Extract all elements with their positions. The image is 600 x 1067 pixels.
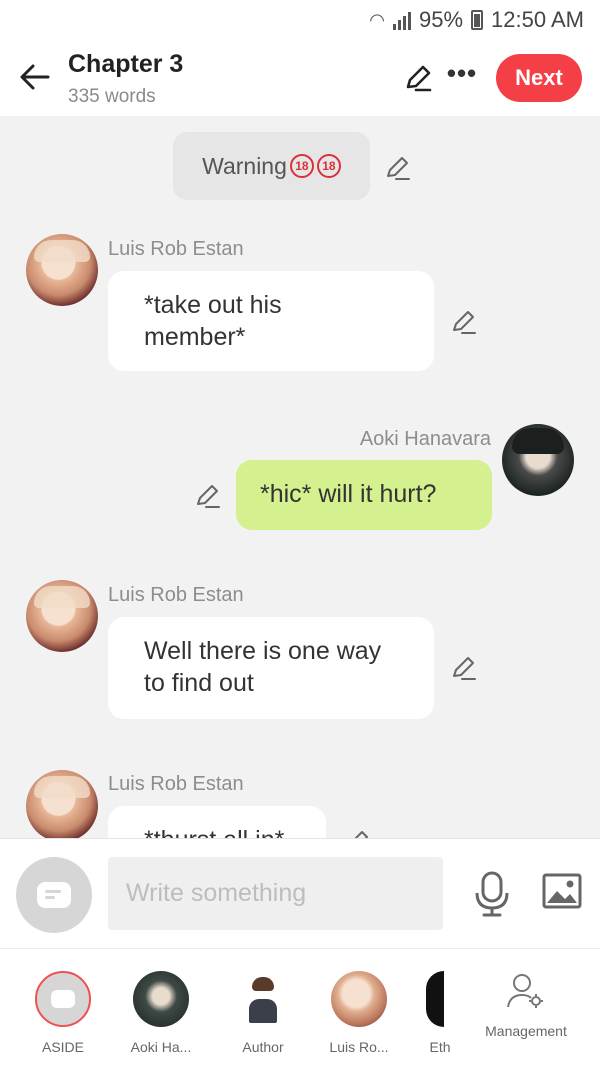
avatar-author: [235, 971, 291, 1027]
edit-message-icon[interactable]: [450, 308, 478, 336]
avatar-aoki: [133, 971, 189, 1027]
wifi-icon: ◠: [369, 9, 385, 30]
age-18-badge: 18: [316, 154, 341, 178]
speaker-name: Luis Rob Estan: [108, 238, 244, 260]
battery-percent: 95%: [419, 7, 464, 32]
edit-message-icon[interactable]: [450, 654, 478, 682]
message-bubble[interactable]: *take out his member*: [108, 271, 434, 371]
character-luis[interactable]: Luis Ro...: [320, 971, 398, 1055]
message-input[interactable]: [108, 857, 443, 930]
warning-text: Warning: [202, 152, 287, 179]
more-options-icon[interactable]: •••: [446, 60, 478, 94]
character-aside[interactable]: ASIDE: [24, 971, 102, 1055]
character-label: Eth: [429, 1039, 451, 1055]
character-label: Luis Ro...: [329, 1039, 389, 1055]
speaker-name: Aoki Hanavara: [359, 428, 491, 450]
avatar-aoki[interactable]: [502, 424, 574, 496]
management-button[interactable]: Management: [478, 973, 574, 1039]
avatar-luis[interactable]: [26, 580, 98, 652]
character-eth[interactable]: Eth: [414, 971, 466, 1055]
composer-bar: [0, 838, 600, 948]
battery-icon: [471, 10, 484, 30]
management-label: Management: [485, 1023, 567, 1039]
message-bubble[interactable]: Well there is one way to find out: [108, 617, 434, 719]
image-icon[interactable]: [542, 873, 582, 909]
message-bubble[interactable]: *hic* will it hurt?: [236, 460, 492, 530]
page-title: Chapter 3: [68, 50, 184, 78]
character-label: Aoki Ha...: [130, 1039, 192, 1055]
aside-icon: [35, 971, 91, 1027]
avatar-luis[interactable]: [26, 770, 98, 838]
message-line: Well there is one way: [144, 637, 382, 665]
edit-message-icon[interactable]: [194, 482, 222, 510]
avatar-luis[interactable]: [26, 234, 98, 306]
user-settings-icon: [507, 974, 543, 1008]
header: Chapter 3 335 words ••• Next: [0, 40, 600, 116]
message-line: *take out his: [144, 291, 282, 319]
speaker-name: Luis Rob Estan: [108, 773, 244, 795]
aside-icon: [37, 882, 71, 908]
back-arrow-icon[interactable]: [18, 60, 52, 94]
microphone-icon[interactable]: [474, 871, 510, 917]
message-line: *hic* will it hurt?: [260, 480, 437, 508]
message-bubble[interactable]: *thurst all in*: [108, 806, 326, 838]
speaker-name: Luis Rob Estan: [108, 584, 244, 606]
edit-pencil-icon[interactable]: [402, 62, 434, 94]
character-label: Author: [242, 1039, 284, 1055]
character-aoki[interactable]: Aoki Ha...: [122, 971, 200, 1055]
character-selector: ASIDE Aoki Ha... Author Luis Ro... Eth M…: [0, 948, 600, 1067]
signal-icon: [393, 10, 411, 30]
status-bar: ◠ 95% 12:50 AM: [0, 0, 600, 40]
next-button[interactable]: Next: [496, 54, 582, 102]
character-author[interactable]: Author: [224, 971, 302, 1055]
word-count: 335 words: [68, 86, 156, 107]
warning-aside-bubble[interactable]: Warning 18 18: [173, 132, 370, 200]
message-line: to find out: [144, 669, 254, 697]
aside-toggle-button[interactable]: [16, 857, 92, 933]
clock: 12:50 AM: [491, 7, 584, 32]
message-line: member*: [144, 323, 246, 351]
age-18-badge: 18: [289, 154, 314, 178]
edit-message-icon[interactable]: [384, 154, 412, 182]
chat-area[interactable]: Warning 18 18 Luis Rob Estan *take out h…: [0, 116, 600, 838]
edit-message-icon[interactable]: [344, 828, 372, 838]
character-label: ASIDE: [41, 1039, 84, 1055]
message-line: *thurst all in*: [144, 824, 290, 838]
avatar-luis: [331, 971, 387, 1027]
avatar-eth: [426, 971, 444, 1027]
